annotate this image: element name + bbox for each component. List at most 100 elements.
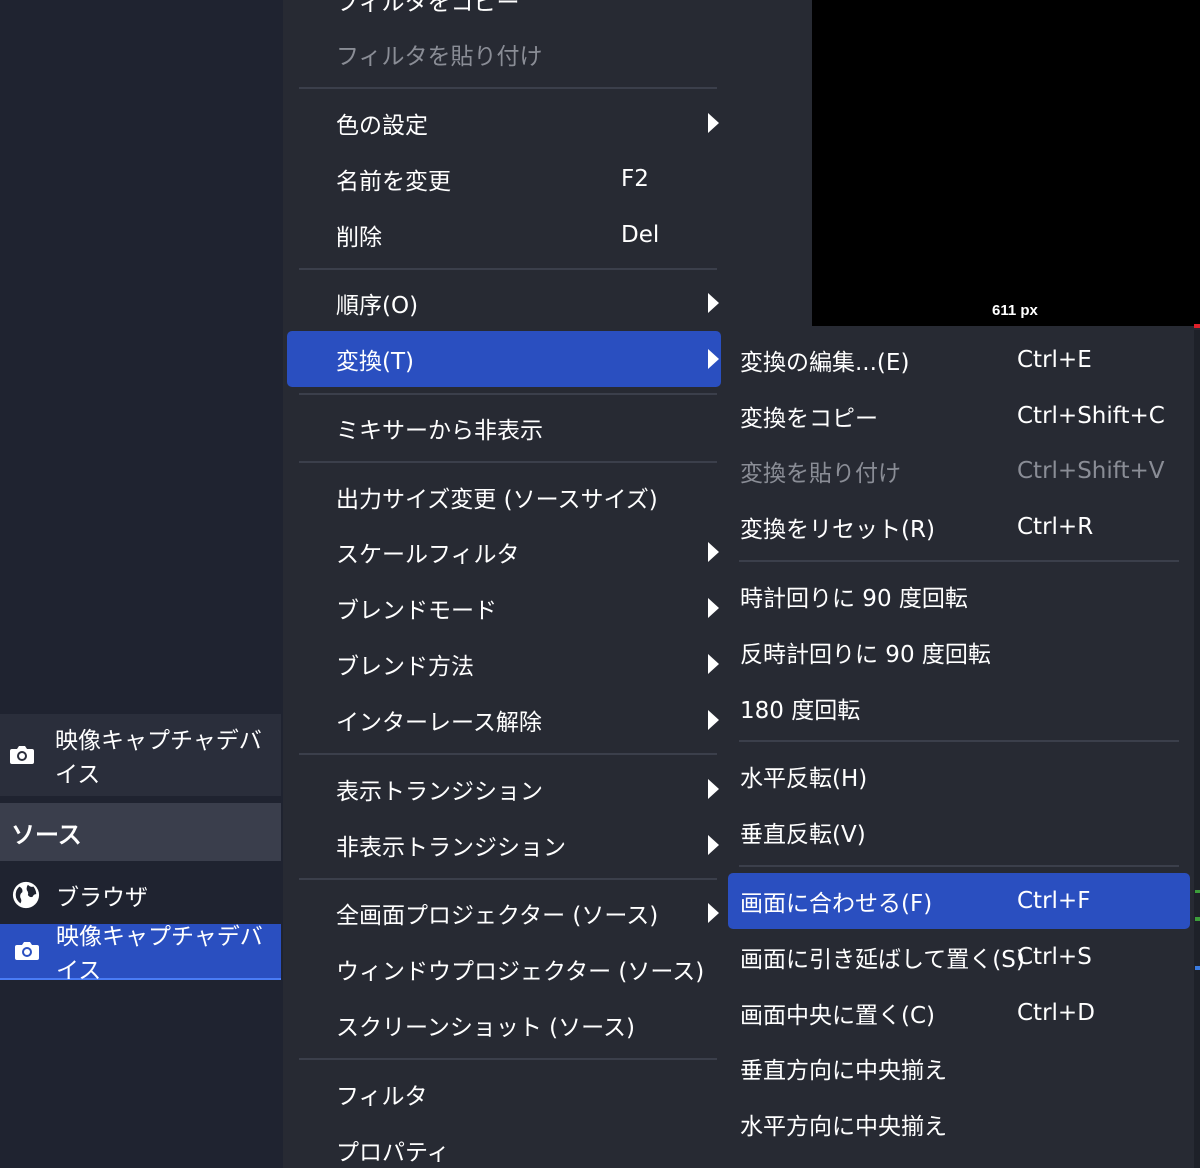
menu-item-hide-in-mixer[interactable]: ミキサーから非表示 <box>287 400 721 456</box>
menu-separator <box>299 461 717 463</box>
submenu-item-label: 反時計回りに 90 度回転 <box>740 642 991 668</box>
submenu-item-rotate-180[interactable]: 180 度回転 <box>728 680 1190 736</box>
preview-canvas[interactable] <box>812 0 1200 326</box>
menu-item-transform[interactable]: 変換(T) <box>287 331 721 387</box>
submenu-item-edit-transform[interactable]: 変換の編集...(E) Ctrl+E <box>728 332 1190 388</box>
submenu-arrow-icon <box>708 654 719 674</box>
menu-item-label: ミキサーから非表示 <box>336 418 543 444</box>
submenu-item-label: 変換を貼り付け <box>740 461 901 487</box>
menu-item-label: 出力サイズ変更 (ソースサイズ) <box>336 487 658 513</box>
menu-item-windowed-projector[interactable]: ウィンドウプロジェクター (ソース) <box>287 941 721 997</box>
menu-item-screenshot[interactable]: スクリーンショット (ソース) <box>287 997 721 1053</box>
scenes-list-area <box>0 0 283 707</box>
menu-item-label: 非表示トランジション <box>336 835 566 861</box>
menu-separator <box>299 268 717 270</box>
selection-handle <box>1194 324 1200 328</box>
level-meter-mark <box>1195 966 1200 970</box>
menu-item-label: スケールフィルタ <box>336 542 520 568</box>
preview-size-label: 611 px <box>992 302 1038 319</box>
submenu-arrow-icon <box>708 349 719 369</box>
menu-item-resize-output[interactable]: 出力サイズ変更 (ソースサイズ) <box>287 469 721 525</box>
menu-item-blend-method[interactable]: ブレンド方法 <box>287 636 721 692</box>
submenu-arrow-icon <box>708 903 719 923</box>
menu-item-scale-filter[interactable]: スケールフィルタ <box>287 524 721 580</box>
globe-icon <box>12 881 40 909</box>
menu-item-blend-mode[interactable]: ブレンドモード <box>287 580 721 636</box>
submenu-item-shortcut: Ctrl+E <box>1017 347 1092 373</box>
submenu-item-rotate-cw[interactable]: 時計回りに 90 度回転 <box>728 568 1190 624</box>
submenu-arrow-icon <box>708 710 719 730</box>
menu-item-label: インターレース解除 <box>336 710 542 736</box>
menu-item-hide-transition[interactable]: 非表示トランジション <box>287 817 721 873</box>
menu-separator <box>299 87 717 89</box>
transform-submenu: 変換の編集...(E) Ctrl+E 変換をコピー Ctrl+Shift+C 変… <box>728 331 1194 1168</box>
menu-item-delete[interactable]: 削除 Del <box>287 207 721 263</box>
submenu-item-label: 画面に合わせる(F) <box>740 891 933 917</box>
menu-item-deinterlacing[interactable]: インターレース解除 <box>287 692 721 748</box>
menu-item-label: フィルタをコピー <box>336 0 520 16</box>
submenu-item-copy-transform[interactable]: 変換をコピー Ctrl+Shift+C <box>728 388 1190 444</box>
source-item-video-capture[interactable]: 映像キャプチャデバイス <box>0 924 281 984</box>
menu-item-label: 名前を変更 <box>336 169 451 195</box>
submenu-separator <box>739 560 1179 562</box>
submenu-item-paste-transform[interactable]: 変換を貼り付け Ctrl+Shift+V <box>728 443 1190 499</box>
submenu-separator <box>739 740 1179 742</box>
menu-item-fullscreen-projector[interactable]: 全画面プロジェクター (ソース) <box>287 885 721 941</box>
menu-item-order[interactable]: 順序(O) <box>287 275 721 331</box>
sources-header: ソース <box>0 803 281 861</box>
menu-item-show-transition[interactable]: 表示トランジション <box>287 761 721 817</box>
submenu-item-center-horizontal[interactable]: 水平方向に中央揃え <box>728 1096 1190 1152</box>
submenu-item-rotate-ccw[interactable]: 反時計回りに 90 度回転 <box>728 624 1190 680</box>
scene-item-video-capture[interactable]: 映像キャプチャデバイス <box>0 714 281 796</box>
submenu-item-label: 変換をリセット(R) <box>740 517 935 543</box>
submenu-item-fit-to-screen[interactable]: 画面に合わせる(F) Ctrl+F <box>728 873 1190 929</box>
submenu-item-flip-vertical[interactable]: 垂直反転(V) <box>728 804 1190 860</box>
menu-separator <box>299 753 717 755</box>
menu-item-color-settings[interactable]: 色の設定 <box>287 95 721 151</box>
sources-list-empty-area <box>0 980 283 1168</box>
menu-item-rename[interactable]: 名前を変更 F2 <box>287 151 721 207</box>
menu-item-shortcut: Del <box>621 222 660 248</box>
submenu-item-shortcut: Ctrl+F <box>1017 888 1091 914</box>
camera-icon <box>14 937 40 965</box>
context-menu: フィルタをコピー フィルタを貼り付け 色の設定 名前を変更 F2 削除 Del … <box>283 0 735 1168</box>
menu-separator <box>299 393 717 395</box>
menu-item-label: 変換(T) <box>336 349 414 375</box>
sources-header-label: ソース <box>11 820 82 849</box>
menu-item-properties[interactable]: プロパティ <box>287 1122 721 1168</box>
submenu-item-center-to-screen[interactable]: 画面中央に置く(C) Ctrl+D <box>728 985 1190 1041</box>
menu-item-label: ブレンドモード <box>336 598 497 624</box>
menu-item-shortcut: F2 <box>621 166 649 192</box>
scene-item-label: 映像キャプチャデバイス <box>55 728 262 788</box>
menu-separator <box>299 878 717 880</box>
submenu-item-reset-transform[interactable]: 変換をリセット(R) Ctrl+R <box>728 499 1190 555</box>
submenu-arrow-icon <box>708 779 719 799</box>
submenu-item-stretch-to-screen[interactable]: 画面に引き延ばして置く(S) Ctrl+S <box>728 929 1190 985</box>
submenu-item-shortcut: Ctrl+R <box>1017 514 1094 540</box>
menu-item-label: ブレンド方法 <box>336 654 474 680</box>
submenu-item-shortcut: Ctrl+D <box>1017 1000 1095 1026</box>
menu-item-label: フィルタを貼り付け <box>336 44 543 70</box>
menu-item-paste-filters[interactable]: フィルタを貼り付け <box>287 26 721 82</box>
submenu-item-label: 変換をコピー <box>740 406 878 432</box>
submenu-item-label: 180 度回転 <box>740 698 861 724</box>
menu-separator <box>299 1058 717 1060</box>
menu-item-filters[interactable]: フィルタ <box>287 1066 721 1122</box>
submenu-item-label: 水平方向に中央揃え <box>740 1114 947 1140</box>
menu-item-copy-filters[interactable]: フィルタをコピー <box>287 0 721 28</box>
submenu-item-flip-horizontal[interactable]: 水平反転(H) <box>728 748 1190 804</box>
source-item-label: ブラウザ <box>56 885 148 911</box>
submenu-arrow-icon <box>708 542 719 562</box>
submenu-item-center-vertical[interactable]: 垂直方向に中央揃え <box>728 1040 1190 1096</box>
source-item-label: 映像キャプチャデバイス <box>56 924 263 984</box>
submenu-separator <box>739 865 1179 867</box>
source-item-browser[interactable]: ブラウザ <box>0 866 281 924</box>
submenu-item-label: 画面中央に置く(C) <box>740 1003 936 1029</box>
menu-item-label: 色の設定 <box>336 113 428 139</box>
submenu-item-label: 垂直方向に中央揃え <box>740 1058 947 1084</box>
preview-margin <box>735 0 812 326</box>
submenu-item-shortcut: Ctrl+Shift+V <box>1017 458 1165 484</box>
menu-item-label: ウィンドウプロジェクター (ソース) <box>336 959 705 985</box>
submenu-item-label: 垂直反転(V) <box>740 822 866 848</box>
menu-item-label: 表示トランジション <box>336 779 543 805</box>
